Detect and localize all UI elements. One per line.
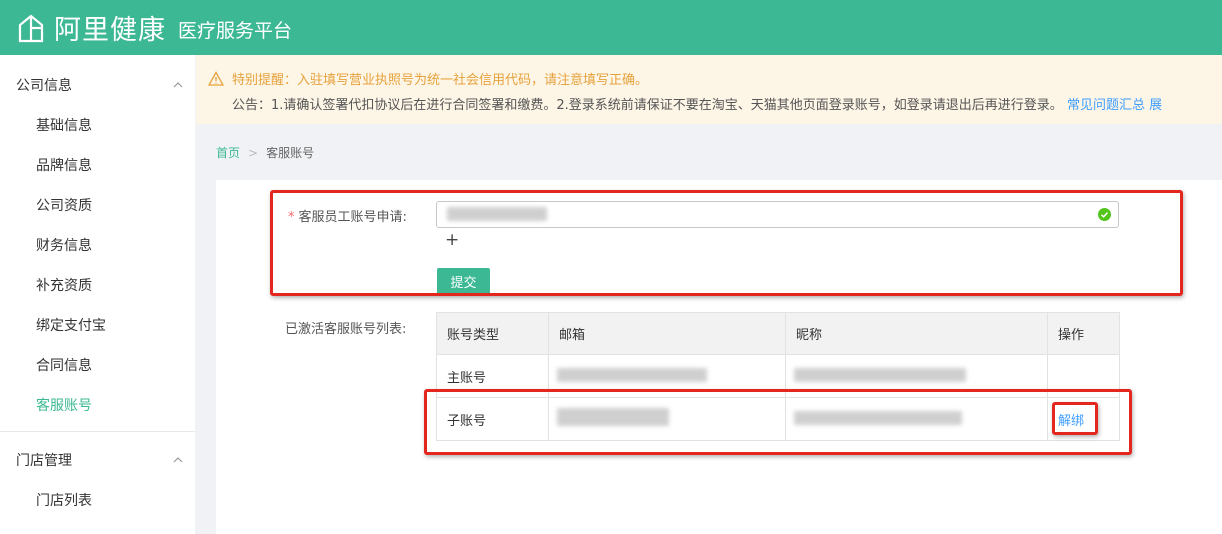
faq-link[interactable]: 常见问题汇总 <box>1067 98 1145 113</box>
sidebar-item-contract-info[interactable]: 合同信息 <box>0 345 195 385</box>
expand-link[interactable]: 展 <box>1149 98 1162 113</box>
breadcrumb: 首页 > 客服账号 <box>216 144 314 161</box>
sidebar-item-finance-info[interactable]: 财务信息 <box>0 225 195 265</box>
announcement: 公告：1.请确认签署代扣协议后在进行合同签署和缴费。2.登录系统前请保证不要在淘… <box>232 94 1162 113</box>
column-header-action: 操作 <box>1047 312 1120 355</box>
sidebar: 公司信息 基础信息 品牌信息 公司资质 财务信息 补充资质 绑定支付宝 合同信息… <box>0 55 195 534</box>
chevron-up-icon <box>173 82 183 88</box>
chevron-up-icon <box>173 457 183 463</box>
breadcrumb-home[interactable]: 首页 <box>216 146 240 160</box>
active-list-label: 已激活客服账号列表: <box>285 322 407 337</box>
column-header-email: 邮箱 <box>548 312 786 355</box>
breadcrumb-separator: > <box>248 146 259 160</box>
logo-icon <box>18 14 44 42</box>
highlight-box-unbind <box>1052 402 1098 435</box>
sidebar-item-store-list[interactable]: 门店列表 <box>0 480 195 520</box>
sidebar-group-label: 公司信息 <box>16 78 72 94</box>
top-header: 阿里健康 医疗服务平台 <box>0 0 1222 55</box>
sidebar-item-bind-alipay[interactable]: 绑定支付宝 <box>0 305 195 345</box>
sidebar-item-brand-info[interactable]: 品牌信息 <box>0 145 195 185</box>
notice-banner: 特别提醒：入驻填写营业执照号为统一社会信用代码，请注意填写正确。 公告：1.请确… <box>196 55 1222 124</box>
sidebar-item-service-account[interactable]: 客服账号 <box>0 385 195 425</box>
highlight-box-application <box>270 190 1183 296</box>
brand-name: 阿里健康 <box>54 15 166 46</box>
sidebar-group-label: 门店管理 <box>16 453 72 469</box>
announcement-text: 公告：1.请确认签署代扣协议后在进行合同签署和缴费。2.登录系统前请保证不要在淘… <box>232 98 1063 113</box>
warning-icon <box>208 70 224 86</box>
brand-subtitle: 医疗服务平台 <box>178 20 293 42</box>
column-header-nickname: 昵称 <box>785 312 1048 355</box>
redacted-value <box>557 368 707 382</box>
warning-notice: 特别提醒：入驻填写营业执照号为统一社会信用代码，请注意填写正确。 <box>208 69 648 88</box>
sidebar-item-basic-info[interactable]: 基础信息 <box>0 105 195 145</box>
table-header-row: 账号类型 邮箱 昵称 操作 <box>436 312 1120 355</box>
redacted-value <box>794 368 966 382</box>
column-header-type: 账号类型 <box>436 312 549 355</box>
warning-text: 特别提醒：入驻填写营业执照号为统一社会信用代码，请注意填写正确。 <box>232 73 649 88</box>
sidebar-item-company-qualification[interactable]: 公司资质 <box>0 185 195 225</box>
breadcrumb-current: 客服账号 <box>266 146 315 160</box>
highlight-box-subaccount <box>424 389 1132 455</box>
sidebar-item-extra-qualification[interactable]: 补充资质 <box>0 265 195 305</box>
